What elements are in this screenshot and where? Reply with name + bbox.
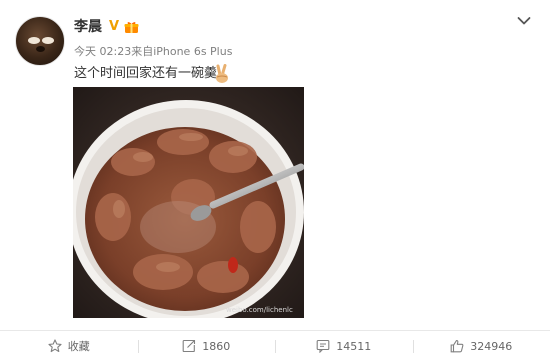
favorite-button[interactable]: 收藏: [0, 331, 138, 361]
thumbs-up-icon: [450, 339, 464, 353]
avatar-nose: [36, 46, 45, 52]
comment-icon: [316, 339, 330, 353]
action-bar: 收藏 1860 14511 324946: [0, 330, 550, 361]
comment-count: 14511: [336, 339, 372, 353]
username[interactable]: 李晨: [74, 18, 102, 36]
post-image[interactable]: weibo.com/lichenlc: [73, 87, 304, 318]
like-button[interactable]: 324946: [412, 331, 550, 361]
victory-hand-icon: [216, 64, 228, 83]
star-icon: [48, 339, 62, 353]
favorite-label: 收藏: [67, 340, 90, 353]
avatar-eye-right: [42, 37, 54, 44]
weibo-post-card: 李晨 V 今天 02:23来自iPhone 6s Plus 这个时间回家还有一碗…: [0, 0, 550, 361]
repost-count: 1860: [202, 339, 231, 353]
soup-bowl-photo: [73, 87, 304, 318]
image-watermark: weibo.com/lichenlc: [226, 306, 293, 314]
verified-badge: V: [109, 19, 120, 34]
chevron-down-icon[interactable]: [517, 16, 531, 26]
repost-button[interactable]: 1860: [137, 331, 276, 361]
post-text: 这个时间回家还有一碗羹: [74, 66, 218, 81]
avatar-eye-left: [28, 37, 40, 44]
repost-icon: [182, 339, 196, 353]
like-count: 324946: [470, 339, 513, 353]
comment-button[interactable]: 14511: [275, 331, 413, 361]
post-meta[interactable]: 今天 02:23来自iPhone 6s Plus: [74, 45, 232, 59]
avatar[interactable]: [15, 16, 65, 66]
gift-badge-icon[interactable]: [124, 20, 139, 34]
